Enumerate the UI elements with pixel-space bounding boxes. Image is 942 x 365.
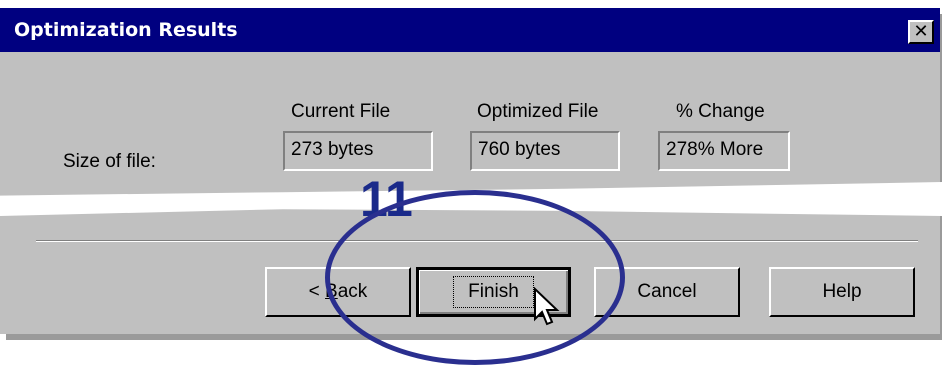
help-button[interactable]: Help xyxy=(769,267,915,317)
current-file-size-field: 273 bytes xyxy=(283,131,433,171)
size-of-file-label: Size of file: xyxy=(63,151,156,172)
arrow-cursor-icon xyxy=(534,287,560,326)
column-header-optimized-file: Optimized File xyxy=(477,101,599,122)
column-header-percent-change: % Change xyxy=(676,101,765,122)
title-bar: Optimization Results ✕ xyxy=(0,8,940,52)
close-button[interactable]: ✕ xyxy=(908,20,934,44)
optimized-file-size-field: 760 bytes xyxy=(470,131,620,171)
percent-change-field: 278% More xyxy=(658,131,790,171)
highlight-circle xyxy=(325,190,625,365)
cancel-button-label: Cancel xyxy=(637,281,697,302)
column-header-current-file: Current File xyxy=(291,101,391,122)
window-title: Optimization Results xyxy=(14,19,238,41)
close-icon: ✕ xyxy=(913,21,929,42)
help-button-label: Help xyxy=(822,281,862,302)
